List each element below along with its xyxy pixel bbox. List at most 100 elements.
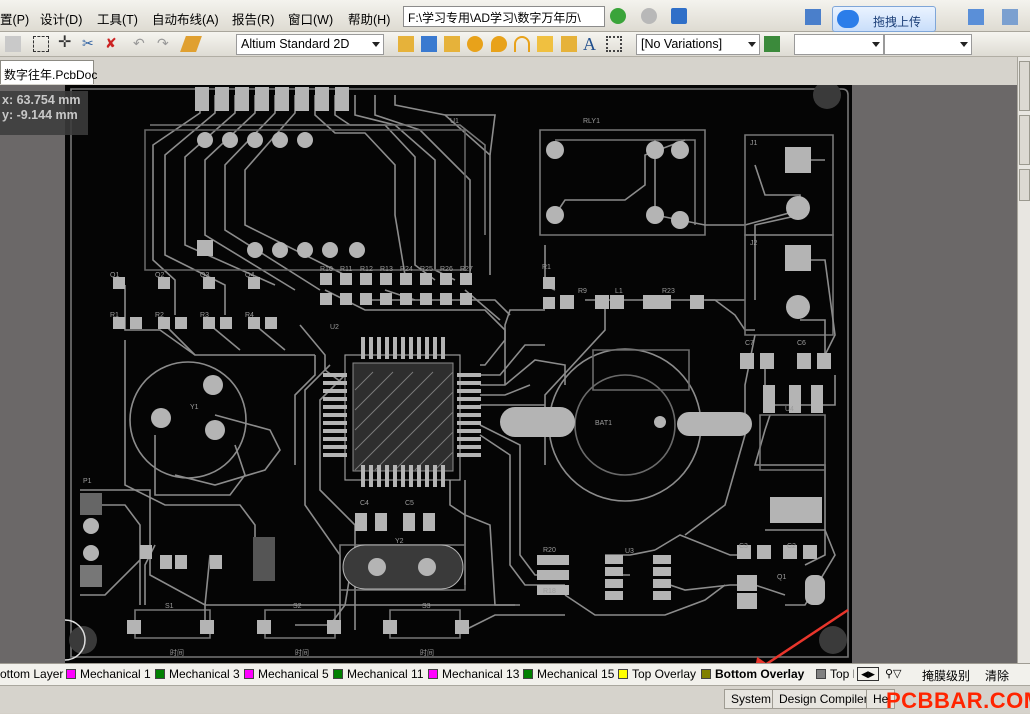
polygon-icon[interactable] xyxy=(561,36,577,52)
label-switch-3: 时间 xyxy=(420,648,434,657)
move-icon[interactable]: ✛ xyxy=(58,35,74,52)
system-button[interactable]: System xyxy=(724,689,779,709)
layer-label: Mechanical 13 xyxy=(442,667,520,681)
label-c6: C6 xyxy=(797,340,806,347)
menu-reports[interactable]: 报告(R) xyxy=(232,9,274,28)
label-y1: Y1 xyxy=(190,404,199,411)
layer-label: Top Overlay xyxy=(632,667,697,681)
label-r26: R26 xyxy=(440,266,453,273)
coord-x: x: 63.754 mm xyxy=(2,93,81,107)
design-compiler-button[interactable]: Design Compiler xyxy=(772,689,875,709)
status-bar: System Design Compiler He xyxy=(0,685,1030,713)
label-r1-row: R1 xyxy=(110,312,119,319)
text-icon[interactable]: A xyxy=(583,35,599,53)
menu-tools[interactable]: 工具(T) xyxy=(97,9,138,28)
label-c2: C2 xyxy=(787,543,796,550)
filter-select-b[interactable] xyxy=(884,34,972,55)
view-mode-value: Altium Standard 2D xyxy=(241,37,350,51)
layer-tab-bottom-overlay[interactable]: Bottom Overlay xyxy=(701,667,804,684)
panel-tab-2[interactable] xyxy=(1019,115,1030,165)
layer-label: Bottom Overlay xyxy=(715,667,805,681)
label-l1: L1 xyxy=(615,288,623,295)
clear-icon[interactable]: ✘ xyxy=(105,36,121,52)
menu-place[interactable]: 置(P) xyxy=(0,9,29,28)
layer-tab-mechanical-5[interactable]: Mechanical 5 xyxy=(244,667,329,684)
mask-level-button[interactable]: 掩膜级别 xyxy=(922,667,970,684)
variant-icon[interactable] xyxy=(764,36,780,52)
filter-select-a[interactable] xyxy=(794,34,884,55)
label-q1-row: Q1 xyxy=(110,272,119,279)
home-icon[interactable] xyxy=(671,8,687,24)
layer-scroll-arrows[interactable]: ◀▶ xyxy=(857,667,879,681)
deselect-icon[interactable]: ✂ xyxy=(82,36,98,52)
select-rect-icon[interactable] xyxy=(33,36,49,52)
label-r3-row: R3 xyxy=(200,312,209,319)
diff-pair-icon[interactable] xyxy=(421,36,437,52)
back-icon[interactable] xyxy=(610,8,626,24)
grid-icon[interactable] xyxy=(1002,9,1018,25)
route-icon[interactable] xyxy=(398,36,414,52)
panel-tab-1[interactable] xyxy=(1019,61,1030,111)
multi-route-icon[interactable] xyxy=(444,36,460,52)
layer-tab-mechanical-3[interactable]: Mechanical 3 xyxy=(155,667,240,684)
variations-select[interactable]: [No Variations] xyxy=(636,34,760,55)
label-q1: Q1 xyxy=(777,574,786,581)
layer-label: Mechanical 3 xyxy=(169,667,240,681)
clear-button[interactable]: 清除 xyxy=(985,667,1009,684)
menu-window[interactable]: 窗口(W) xyxy=(288,9,333,28)
coord-y: y: -9.144 mm xyxy=(2,108,78,122)
layer-tab-mechanical-1[interactable]: Mechanical 1 xyxy=(66,667,151,684)
label-r9: R9 xyxy=(578,288,587,295)
label-r1: R1 xyxy=(542,264,551,271)
fill-icon[interactable] xyxy=(537,36,553,52)
pcb-board[interactable]: RLY1 U1 BAT1 P1 J1 J2 U2 U3 U4 Y1 Y2 Q1 … xyxy=(44,85,852,663)
menu-design[interactable]: 设计(D) xyxy=(40,9,82,28)
layer-tab-mechanical-15[interactable]: Mechanical 15 xyxy=(523,667,614,684)
layer-swatch xyxy=(155,669,165,679)
upload-button[interactable]: 拖拽上传 xyxy=(832,6,936,32)
minimize-icon[interactable] xyxy=(805,9,821,25)
label-c3: C3 xyxy=(739,543,748,550)
component-icon[interactable] xyxy=(606,36,622,52)
layer-swatch xyxy=(428,669,438,679)
layer-label: Mechanical 15 xyxy=(537,667,615,681)
document-tab[interactable]: 数字往年.PcbDoc xyxy=(0,60,97,84)
pcb-drawing: RLY1 U1 BAT1 P1 J1 J2 U2 U3 U4 Y1 Y2 Q1 … xyxy=(44,85,849,663)
paste-icon[interactable] xyxy=(5,36,21,52)
layer-tab-top-paste[interactable]: Top P xyxy=(816,667,854,684)
layer-tab-mechanical-13[interactable]: Mechanical 13 xyxy=(428,667,519,684)
arc-icon[interactable] xyxy=(514,36,530,52)
label-j1: J1 xyxy=(750,140,758,147)
layer-tab-top-overlay[interactable]: Top Overlay xyxy=(618,667,696,684)
label-r25: R25 xyxy=(420,266,433,273)
view-mode-select[interactable]: Altium Standard 2D xyxy=(236,34,384,55)
label-r20: R20 xyxy=(543,547,556,554)
layer-label: Top P xyxy=(830,667,854,681)
label-u2: U2 xyxy=(330,324,339,331)
redo-icon[interactable]: ↷ xyxy=(157,36,173,52)
layer-visibility-icon[interactable]: ⚲▽ xyxy=(885,667,902,684)
label-j2: J2 xyxy=(750,240,758,247)
label-c7: C7 xyxy=(745,340,754,347)
variations-value: [No Variations] xyxy=(641,37,723,51)
menu-autoroute[interactable]: 自动布线(A) xyxy=(152,9,219,28)
layer-tab-bottom-layer[interactable]: ottom Layer xyxy=(0,667,63,684)
via-icon[interactable] xyxy=(467,36,483,52)
label-r12: R12 xyxy=(360,266,373,273)
pcb-canvas[interactable]: RLY1 U1 BAT1 P1 J1 J2 U2 U3 U4 Y1 Y2 Q1 … xyxy=(0,85,1017,663)
forward-icon[interactable] xyxy=(641,8,657,24)
pen-icon[interactable] xyxy=(180,36,202,52)
menu-help[interactable]: 帮助(H) xyxy=(348,9,390,28)
layer-tab-mechanical-11[interactable]: Mechanical 11 xyxy=(333,667,424,684)
panel-tab-3[interactable] xyxy=(1019,169,1030,201)
undo-icon[interactable]: ↶ xyxy=(133,36,149,52)
path-field[interactable]: F:\学习专用\AD学习\数字万年历\ xyxy=(403,6,605,27)
upload-label: 拖拽上传 xyxy=(873,15,922,29)
window-icon[interactable] xyxy=(968,9,984,25)
label-u1: U1 xyxy=(450,118,459,125)
label-c5: C5 xyxy=(405,500,414,507)
label-u3: U3 xyxy=(625,548,634,555)
label-rly1: RLY1 xyxy=(583,118,600,125)
label-c4: C4 xyxy=(360,500,369,507)
pad-icon[interactable] xyxy=(491,36,507,52)
